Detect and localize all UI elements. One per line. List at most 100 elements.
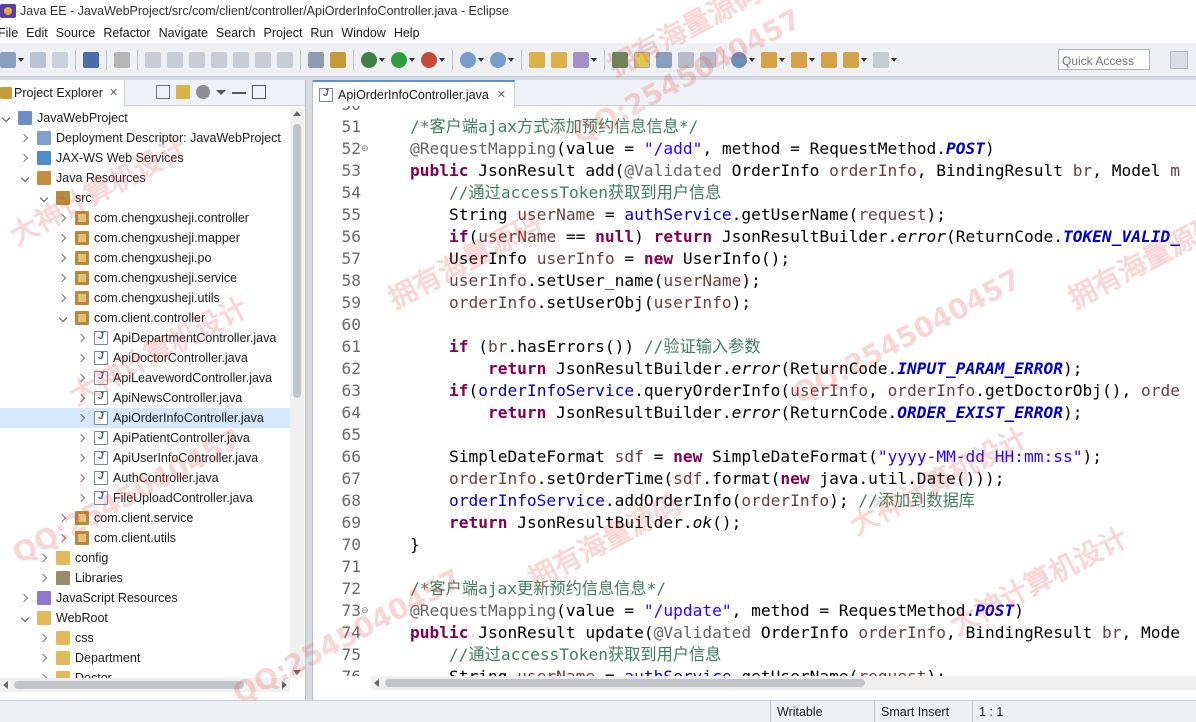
- tree-item[interactable]: AuthController.java: [0, 468, 290, 488]
- menu-file[interactable]: File: [0, 26, 26, 40]
- globe-icon[interactable]: [731, 51, 747, 68]
- scroll-down-icon[interactable]: [293, 670, 301, 675]
- tree-item[interactable]: Department: [0, 648, 290, 668]
- scrollbar-thumb[interactable]: [385, 679, 865, 687]
- collapse-all-icon[interactable]: [156, 85, 170, 99]
- block-selection-icon[interactable]: [656, 51, 672, 68]
- fold-icon[interactable]: ⊖: [361, 606, 369, 616]
- chevron-down-icon[interactable]: [439, 57, 445, 62]
- chevron-right-icon[interactable]: [78, 493, 88, 503]
- annotation-icon[interactable]: [612, 51, 628, 68]
- code-line[interactable]: 63 if(orderInfoService.queryOrderInfo(us…: [313, 380, 1196, 402]
- minimize-icon[interactable]: [232, 85, 246, 94]
- chevron-down-icon[interactable]: [779, 57, 785, 62]
- chevron-right-icon[interactable]: [59, 213, 69, 223]
- toggle-icon[interactable]: [308, 51, 324, 68]
- tab-apiorderinfocontroller[interactable]: ApiOrderInfoController.java ✕: [313, 80, 515, 107]
- menu-run[interactable]: Run: [310, 26, 341, 40]
- tree-item[interactable]: ApiDepartmentController.java: [0, 328, 290, 348]
- chevron-right-icon[interactable]: [59, 253, 69, 263]
- tree-item[interactable]: WebRoot: [0, 608, 290, 628]
- scroll-left-icon[interactable]: [3, 681, 8, 689]
- tab-project-explorer[interactable]: Project Explorer ✕: [0, 79, 126, 106]
- code-line[interactable]: 53 public JsonResult add(@Validated Orde…: [313, 160, 1196, 182]
- chevron-down-icon[interactable]: [749, 57, 755, 62]
- editor-horizontal-scrollbar[interactable]: [371, 676, 1196, 690]
- tree-item[interactable]: JavaScript Resources: [0, 588, 290, 608]
- code-line[interactable]: 51 /*客户端ajax方式添加预约信息信息*/: [313, 116, 1196, 138]
- close-icon[interactable]: ✕: [109, 86, 118, 99]
- last-edit-icon[interactable]: [821, 51, 837, 68]
- back-icon[interactable]: [843, 51, 859, 68]
- chevron-down-icon[interactable]: [891, 57, 897, 62]
- chevron-down-icon[interactable]: [809, 57, 815, 62]
- chevron-right-icon[interactable]: [40, 553, 50, 563]
- code-line[interactable]: 66 SimpleDateFormat sdf = new SimpleDate…: [313, 446, 1196, 468]
- code-line[interactable]: 64 return JsonResultBuilder.error(Return…: [313, 402, 1196, 424]
- code-line[interactable]: 55 String userName = authService.getUser…: [313, 204, 1196, 226]
- chevron-right-icon[interactable]: [40, 653, 50, 663]
- code-text-area[interactable]: 5051 /*客户端ajax方式添加预约信息信息*/52⊖ @RequestMa…: [313, 106, 1196, 676]
- tree-item[interactable]: Libraries: [0, 568, 290, 588]
- chevron-down-icon[interactable]: [409, 57, 415, 62]
- console-icon[interactable]: [83, 51, 99, 68]
- chevron-right-icon[interactable]: [78, 393, 88, 403]
- tree-item[interactable]: ApiOrderInfoController.java: [0, 408, 290, 428]
- chevron-down-icon[interactable]: [21, 613, 31, 623]
- save-icon[interactable]: [30, 51, 46, 68]
- quick-access-input[interactable]: [1058, 49, 1150, 70]
- chevron-down-icon[interactable]: [18, 57, 24, 62]
- tree-vertical-scrollbar[interactable]: [290, 108, 304, 678]
- word-wrap-icon[interactable]: [700, 51, 716, 68]
- chevron-right-icon[interactable]: [78, 473, 88, 483]
- tree-item[interactable]: com.client.service: [0, 508, 290, 528]
- chevron-right-icon[interactable]: [59, 233, 69, 243]
- chevron-down-icon[interactable]: [861, 57, 867, 62]
- servers-icon[interactable]: [330, 51, 346, 68]
- open-type-icon[interactable]: [529, 51, 545, 68]
- chevron-down-icon[interactable]: [508, 57, 514, 62]
- search-icon[interactable]: [573, 51, 589, 68]
- resume-icon[interactable]: [145, 51, 161, 68]
- code-line[interactable]: 56 if(userName == null) return JsonResul…: [313, 226, 1196, 248]
- code-line[interactable]: 69 return JsonResultBuilder.ok();: [313, 512, 1196, 534]
- maximize-icon[interactable]: [252, 85, 266, 99]
- new-class-icon[interactable]: [490, 51, 506, 68]
- tree-item[interactable]: JavaWebProject: [0, 108, 290, 128]
- tree-item[interactable]: src: [0, 188, 290, 208]
- code-line[interactable]: 73 ⊖ @RequestMapping(value = "/update", m…: [313, 600, 1196, 622]
- chevron-right-icon[interactable]: [59, 513, 69, 523]
- chevron-down-icon[interactable]: [40, 193, 50, 203]
- link-with-editor-icon[interactable]: [176, 85, 190, 99]
- forward-icon[interactable]: [873, 51, 889, 68]
- show-whitespace-icon[interactable]: [678, 51, 694, 68]
- tree-item[interactable]: Deployment Descriptor: JavaWebProject: [0, 128, 290, 148]
- chevron-down-icon[interactable]: [591, 57, 597, 62]
- close-icon[interactable]: ✕: [497, 88, 506, 101]
- step-return-icon[interactable]: [277, 51, 293, 68]
- menu-project[interactable]: Project: [264, 26, 311, 40]
- tree-item[interactable]: com.chengxusheji.mapper: [0, 228, 290, 248]
- tree-item[interactable]: ApiLeavewordController.java: [0, 368, 290, 388]
- code-line[interactable]: 50: [313, 106, 1196, 116]
- tree-item[interactable]: com.client.controller: [0, 308, 290, 328]
- code-line[interactable]: 65: [313, 424, 1196, 446]
- chevron-right-icon[interactable]: [21, 153, 31, 163]
- fold-icon[interactable]: ⊖: [361, 144, 369, 154]
- step-into-icon[interactable]: [233, 51, 249, 68]
- menu-source[interactable]: Source: [56, 26, 104, 40]
- tree-item[interactable]: ApiNewsController.java: [0, 388, 290, 408]
- chevron-right-icon[interactable]: [40, 573, 50, 583]
- chevron-right-icon[interactable]: [59, 273, 69, 283]
- view-menu-icon[interactable]: [196, 85, 210, 99]
- code-line[interactable]: 67 orderInfo.setOrderTime(sdf.format(new…: [313, 468, 1196, 490]
- open-perspective-icon[interactable]: [1170, 51, 1188, 69]
- code-line[interactable]: 58 userInfo.setUser_name(userName);: [313, 270, 1196, 292]
- tree-item[interactable]: Java Resources: [0, 168, 290, 188]
- chevron-right-icon[interactable]: [59, 533, 69, 543]
- chevron-down-icon[interactable]: [379, 57, 385, 62]
- disconnect-icon[interactable]: [211, 51, 227, 68]
- scroll-right-icon[interactable]: [282, 681, 287, 689]
- save-all-icon[interactable]: [52, 51, 68, 68]
- debug-icon[interactable]: [361, 51, 377, 68]
